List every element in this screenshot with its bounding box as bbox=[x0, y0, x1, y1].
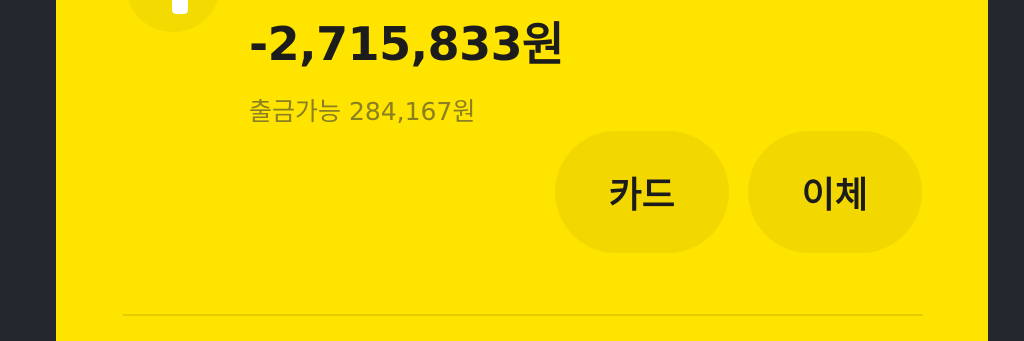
divider bbox=[123, 314, 923, 316]
transfer-button[interactable]: 이체 bbox=[748, 131, 922, 253]
account-card: -2,715,833원 출금가능 284,167원 카드 이체 bbox=[56, 0, 988, 341]
account-icon bbox=[172, 0, 188, 14]
available-amount: 출금가능 284,167원 bbox=[249, 97, 476, 126]
account-balance: -2,715,833원 bbox=[249, 17, 564, 71]
account-avatar[interactable] bbox=[126, 0, 220, 32]
card-button[interactable]: 카드 bbox=[555, 131, 729, 253]
